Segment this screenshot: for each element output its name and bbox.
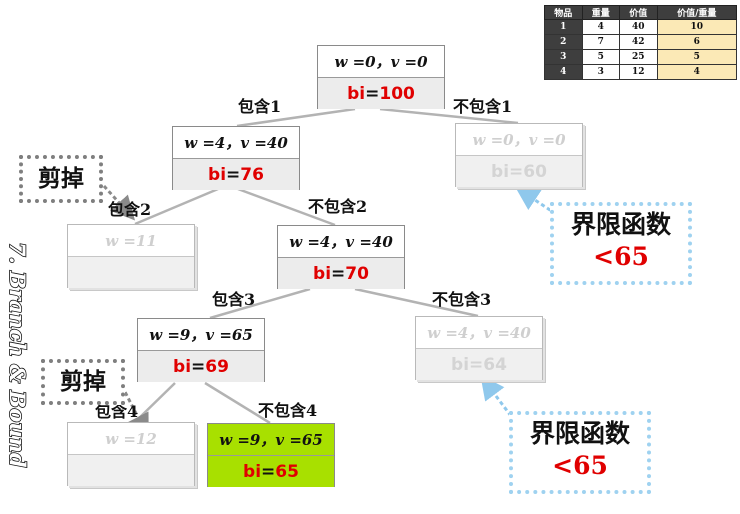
table-row: 4 3 12 4 <box>544 64 737 80</box>
table-cell: 4 <box>656 64 737 80</box>
node-bound: bi = 60 <box>456 156 582 187</box>
tree-node-exclude-1: w =0， v =0 bi = 60 <box>455 123 583 187</box>
node-weight-value: w =0， v =0 <box>318 46 444 78</box>
edge-label-include-3: 包含3 <box>212 290 256 309</box>
edge-label-include-2: 包含2 <box>108 200 152 219</box>
node-bound <box>68 455 194 486</box>
node-bound: bi = 76 <box>173 159 299 190</box>
bound-function-callout-1: 界限函数 <65 <box>550 202 692 285</box>
bound-function-callout-2: 界限函数 <65 <box>509 411 651 494</box>
table-cell: 4 <box>581 19 620 35</box>
node-weight-value: w =4， v =40 <box>278 226 404 258</box>
bound-function-value: <65 <box>552 451 608 480</box>
table-cell: 25 <box>619 49 658 65</box>
table-cell: 7 <box>581 34 620 50</box>
tree-node-exclude-4-best: w =9， v =65 bi = 65 <box>207 423 335 487</box>
tree-node-exclude-3: w =4， v =40 bi = 64 <box>415 316 543 380</box>
branch-and-bound-diagram: w =0， v =0 bi = 100 w =4， v =40 bi = 76 w =0， v… <box>0 0 740 514</box>
node-weight-value: w =11 <box>68 225 194 257</box>
side-title-text: 7. Branch & Bound <box>5 242 30 468</box>
bound-function-label: 界限函数 <box>529 419 630 448</box>
bound-function-value: <65 <box>593 242 649 271</box>
node-bound: bi = 64 <box>416 349 542 380</box>
node-bound: bi = 65 <box>208 456 334 487</box>
edge-n5-n7 <box>134 382 176 423</box>
header-weight: 重量 <box>581 5 620 20</box>
tree-node-include-2: w =11 <box>67 224 195 288</box>
table-cell: 2 <box>544 34 583 50</box>
edge-label-exclude-3: 不包含3 <box>432 290 492 309</box>
side-title: 7. Branch & Bound <box>4 241 31 468</box>
table-cell: 3 <box>544 49 583 65</box>
table-cell: 12 <box>619 64 658 80</box>
node-weight-value: w =9， v =65 <box>208 424 334 456</box>
items-table-header: 物品 重量 价值 价值/重量 <box>544 5 737 20</box>
tree-node-include-3: w =9， v =65 bi = 69 <box>137 318 265 382</box>
header-value: 价值 <box>619 5 658 20</box>
table-cell: 3 <box>581 64 620 80</box>
node-weight-value: w =9， v =65 <box>138 319 264 351</box>
table-row: 3 5 25 5 <box>544 49 737 65</box>
node-weight-value: w =4， v =40 <box>416 317 542 349</box>
tree-node-root: w =0， v =0 bi = 100 <box>317 45 445 109</box>
prune-callout-2: 剪掉 <box>41 359 125 405</box>
items-table: 物品 重量 价值 价值/重量 1 4 40 10 2 7 42 6 3 5 25… <box>544 5 737 80</box>
edge-label-exclude-4: 不包含4 <box>258 401 318 420</box>
node-bound: bi = 69 <box>138 351 264 382</box>
bound-arrow-2 <box>480 375 513 417</box>
node-weight-value: w =0， v =0 <box>456 124 582 156</box>
node-bound <box>68 257 194 288</box>
prune-callout-1: 剪掉 <box>19 155 103 203</box>
node-weight-value: w =12 <box>68 423 194 455</box>
node-bound: bi = 100 <box>318 78 444 109</box>
bound-function-label: 界限函数 <box>570 210 671 239</box>
table-cell: 10 <box>656 19 737 35</box>
table-row: 2 7 42 6 <box>544 34 737 50</box>
node-weight-value: w =4， v =40 <box>173 127 299 159</box>
edge-label-exclude-2: 不包含2 <box>308 197 368 216</box>
table-row: 1 4 40 10 <box>544 19 737 35</box>
edge-label-exclude-1: 不包含1 <box>453 97 513 116</box>
table-cell: 5 <box>656 49 737 65</box>
table-cell: 4 <box>544 64 583 80</box>
tree-node-include-1: w =4， v =40 bi = 76 <box>172 126 300 190</box>
table-cell: 40 <box>619 19 658 35</box>
table-cell: 42 <box>619 34 658 50</box>
header-value-per-weight: 价值/重量 <box>656 5 737 20</box>
tree-node-exclude-2: w =4， v =40 bi = 70 <box>277 225 405 289</box>
header-item: 物品 <box>544 5 583 20</box>
table-cell: 1 <box>544 19 583 35</box>
table-cell: 5 <box>581 49 620 65</box>
edge-label-include-1: 包含1 <box>238 97 282 116</box>
tree-node-include-4: w =12 <box>67 422 195 486</box>
table-cell: 6 <box>656 34 737 50</box>
node-bound: bi = 70 <box>278 258 404 289</box>
